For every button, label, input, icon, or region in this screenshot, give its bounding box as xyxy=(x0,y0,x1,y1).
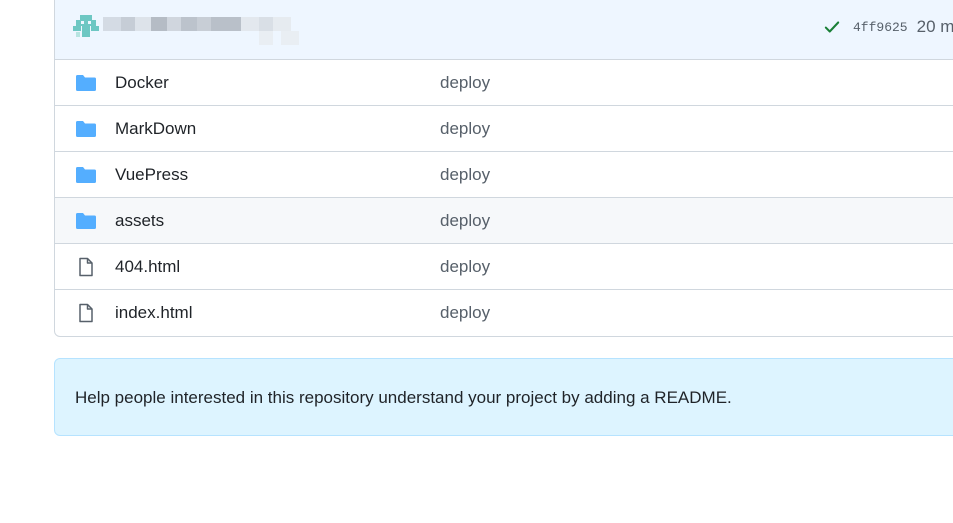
file-icon xyxy=(79,257,93,277)
file-name-link[interactable]: Docker xyxy=(115,73,169,93)
file-name-link[interactable]: index.html xyxy=(115,303,192,323)
folder-icon xyxy=(76,167,96,183)
readme-prompt-banner: Help people interested in this repositor… xyxy=(54,358,953,436)
file-list: 4ff9625 20 m Docker deploy MarkDown depl… xyxy=(54,0,953,337)
commit-time: 20 m xyxy=(916,17,953,36)
commit-message-link[interactable]: deploy xyxy=(440,257,490,277)
commit-message-link[interactable]: deploy xyxy=(440,165,490,185)
latest-commit-bar: 4ff9625 20 m xyxy=(55,0,953,60)
folder-icon xyxy=(76,75,96,91)
commit-message-link[interactable]: deploy xyxy=(440,303,490,323)
file-row-index-html[interactable]: index.html deploy xyxy=(55,290,953,336)
commit-message-link[interactable]: deploy xyxy=(440,73,490,93)
commit-sha-link[interactable]: 4ff9625 xyxy=(853,20,908,35)
file-name-link[interactable]: VuePress xyxy=(115,165,188,185)
folder-icon xyxy=(76,121,96,137)
author-name-redacted xyxy=(103,17,303,47)
file-row-markdown[interactable]: MarkDown deploy xyxy=(55,106,953,152)
file-row-404-html[interactable]: 404.html deploy xyxy=(55,244,953,290)
commit-message-link[interactable]: deploy xyxy=(440,119,490,139)
file-name-link[interactable]: 404.html xyxy=(115,257,180,277)
commit-meta: 4ff9625 20 m xyxy=(823,17,953,37)
file-name-link[interactable]: MarkDown xyxy=(115,119,196,139)
file-name-link[interactable]: assets xyxy=(115,211,164,231)
file-row-docker[interactable]: Docker deploy xyxy=(55,60,953,106)
check-icon[interactable] xyxy=(823,18,841,36)
user-avatar[interactable] xyxy=(72,12,100,40)
folder-icon xyxy=(76,213,96,229)
readme-prompt-text: Help people interested in this repositor… xyxy=(75,388,732,407)
commit-message-link[interactable]: deploy xyxy=(440,211,490,231)
file-row-vuepress[interactable]: VuePress deploy xyxy=(55,152,953,198)
file-icon xyxy=(79,303,93,323)
file-row-assets[interactable]: assets deploy xyxy=(55,198,953,244)
